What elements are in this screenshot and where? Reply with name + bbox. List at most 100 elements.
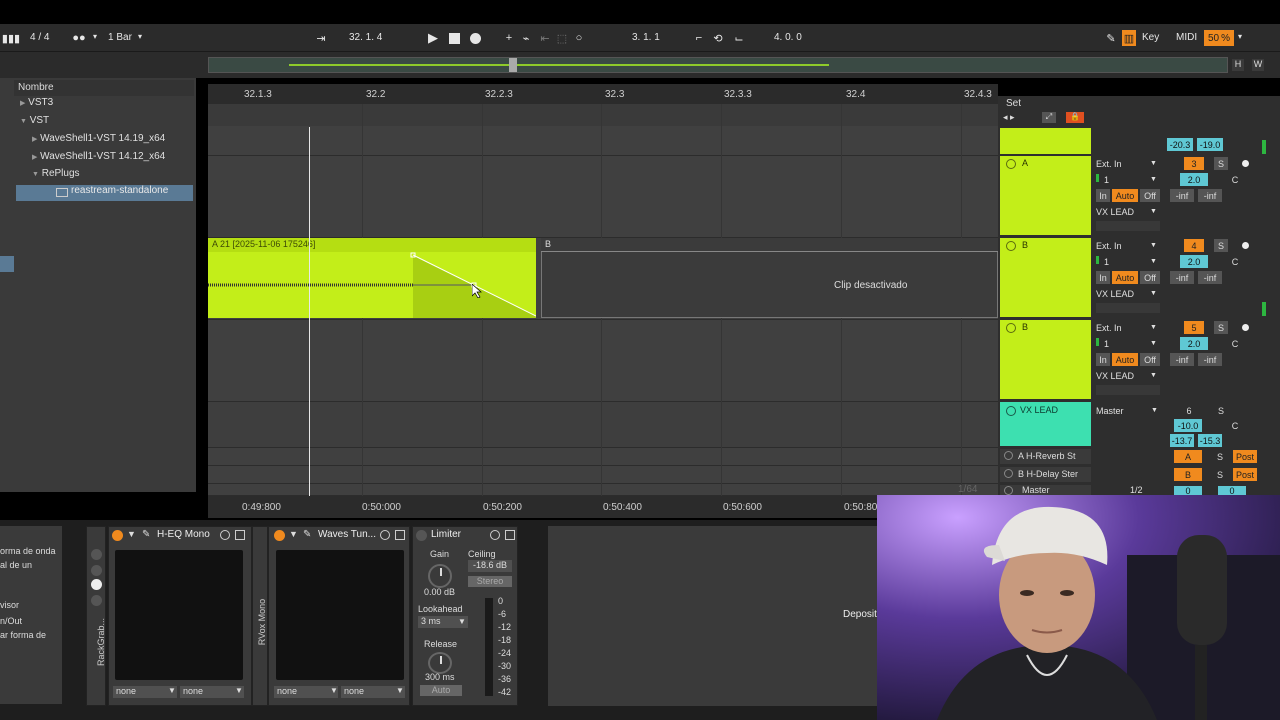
track-head[interactable]: B <box>1000 320 1091 400</box>
metronome-menu-icon[interactable]: ▾ <box>93 32 97 41</box>
input-type-select[interactable]: Ext. In <box>1096 157 1148 170</box>
stereo-button[interactable]: Stereo <box>468 576 512 587</box>
pan-field[interactable]: C <box>1228 173 1242 186</box>
punch-in-icon[interactable]: ⌐ <box>692 30 706 46</box>
input-channel-select[interactable]: 1 <box>1104 173 1144 186</box>
punch-out-icon[interactable]: ⌙ <box>732 30 746 46</box>
quantize-select[interactable]: 1 Bar <box>108 32 132 43</box>
track-lane-return-a[interactable] <box>208 448 998 466</box>
rack-macro-icon[interactable] <box>91 549 102 560</box>
return-a-letter[interactable]: A <box>1174 450 1202 463</box>
sub-output-select[interactable] <box>1096 303 1160 313</box>
volume-left[interactable]: -20.3 <box>1167 138 1193 151</box>
device-edit-pencil-icon[interactable]: ✎ <box>303 529 311 540</box>
browser-item-replugs[interactable]: ▼ RePlugs <box>32 168 80 184</box>
follow-icon[interactable]: ⇥ <box>312 30 330 46</box>
monitor-off-button[interactable]: Off <box>1140 353 1160 366</box>
track-lane-return-b[interactable] <box>208 466 998 484</box>
device-save-icon[interactable] <box>395 530 405 540</box>
rack-strip[interactable]: RackGrab... <box>86 526 106 706</box>
chevron-down-icon[interactable]: ▼ <box>1150 205 1160 218</box>
input-type-select[interactable]: Ext. In <box>1096 321 1148 334</box>
master-value-2[interactable]: 0 <box>1218 486 1246 496</box>
tap-tempo-icon[interactable]: ▮▮▮ <box>2 30 20 46</box>
master-value-1[interactable]: 0 <box>1174 486 1202 496</box>
capture-icon[interactable]: ⬚ <box>555 30 569 46</box>
chevron-down-icon[interactable]: ▼ <box>1150 287 1160 300</box>
arm-icon[interactable] <box>1242 324 1249 331</box>
w-zoom-button[interactable]: W <box>1252 59 1264 71</box>
browser-item-vst3[interactable]: ▶ VST3 <box>20 97 53 113</box>
gain-knob[interactable] <box>428 564 452 588</box>
monitor-in-button[interactable]: In <box>1096 353 1110 366</box>
browser-item-waveshell-1412[interactable]: ▶ WaveShell1-VST 14.12_x64 <box>32 151 165 167</box>
device-save-icon[interactable] <box>505 530 515 540</box>
track-lane-vx-lead[interactable] <box>208 402 998 448</box>
track-number[interactable]: 5 <box>1184 321 1204 334</box>
input-channel-select[interactable]: 1 <box>1104 255 1144 268</box>
group-pan[interactable]: C <box>1228 419 1242 432</box>
back-to-arrangement-icon[interactable]: ⇤ <box>538 30 552 46</box>
track-lane[interactable] <box>208 126 998 156</box>
group-solo-button[interactable]: S <box>1214 404 1228 417</box>
song-position[interactable]: 32. 1. 4 <box>349 32 382 43</box>
lock-icon[interactable]: 🔒 <box>1066 112 1084 123</box>
chevron-down-icon[interactable]: ▼ <box>1150 337 1160 350</box>
input-type-select[interactable]: Ext. In <box>1096 239 1148 252</box>
clip-a-title[interactable]: A 21 [2025-11-06 175246] <box>208 238 536 252</box>
pan-field[interactable]: C <box>1228 337 1242 350</box>
midi-map-button[interactable]: MIDI <box>1176 32 1197 43</box>
track-head[interactable]: A <box>1000 156 1091 236</box>
device-save-icon[interactable] <box>235 530 245 540</box>
playhead[interactable] <box>309 127 310 500</box>
fold-icon[interactable] <box>1006 241 1016 251</box>
draw-mode-pencil-icon[interactable]: ✎ <box>1104 30 1118 46</box>
auto-release-button[interactable]: Auto <box>420 685 462 696</box>
group-track-head[interactable]: VX LEAD <box>1000 402 1091 446</box>
return-a-post[interactable]: Post <box>1233 450 1257 463</box>
return-b-letter[interactable]: B <box>1174 468 1202 481</box>
return-track-b[interactable]: B H-Delay Ster <box>1000 467 1091 482</box>
browser-column-header[interactable]: Nombre <box>14 80 194 96</box>
chevron-down-icon[interactable]: ▼ <box>1150 239 1160 252</box>
chevron-down-icon[interactable]: ▼ <box>1150 255 1160 268</box>
volume-field[interactable]: 2.0 <box>1180 255 1208 268</box>
plugin-display[interactable] <box>276 550 404 680</box>
release-knob[interactable] <box>428 652 452 674</box>
solo-button[interactable]: S <box>1214 157 1228 170</box>
arm-icon[interactable] <box>1242 242 1249 249</box>
fold-icon[interactable] <box>1006 406 1016 416</box>
chevron-down-icon[interactable]: ▼ <box>1150 173 1160 186</box>
session-record-icon[interactable]: ○ <box>572 30 586 46</box>
output-select[interactable]: VX LEAD <box>1096 205 1148 218</box>
rack-extra-icon[interactable] <box>91 595 102 606</box>
return-track-a[interactable]: A H-Reverb St <box>1000 449 1091 464</box>
group-output-chevron-down-icon[interactable]: ▼ <box>1151 404 1161 417</box>
device-fold-icon[interactable]: ▼ <box>127 529 136 539</box>
overdub-icon[interactable]: + <box>502 30 516 46</box>
sub-output-select[interactable] <box>1096 385 1160 395</box>
browser-item-reastream[interactable]: reastream-standalone <box>16 185 193 201</box>
solo-button[interactable]: S <box>1214 239 1228 252</box>
monitor-off-button[interactable]: Off <box>1140 189 1160 202</box>
monitor-auto-button[interactable]: Auto <box>1112 271 1138 284</box>
quantize-chevron-down-icon[interactable]: ▾ <box>138 32 142 41</box>
return-b-post[interactable]: Post <box>1233 468 1257 481</box>
stop-button-icon[interactable] <box>447 30 461 46</box>
monitor-off-button[interactable]: Off <box>1140 271 1160 284</box>
rvox-strip[interactable]: RVox Mono <box>252 526 268 706</box>
group-volume[interactable]: -10.0 <box>1174 419 1202 432</box>
plugin-display[interactable] <box>115 550 243 680</box>
device-drop-area[interactable] <box>548 526 878 706</box>
chevron-down-icon[interactable]: ▼ <box>1150 321 1160 334</box>
automation-arm-icon[interactable]: ⌁ <box>519 30 533 46</box>
chevron-down-icon[interactable]: ▼ <box>396 686 404 695</box>
return-b-solo[interactable]: S <box>1214 468 1226 481</box>
fold-icon[interactable] <box>1004 469 1013 478</box>
arm-icon[interactable] <box>1242 160 1249 167</box>
chevron-down-icon[interactable]: ▼ <box>235 686 243 695</box>
device-edit-pencil-icon[interactable]: ✎ <box>142 529 150 540</box>
record-button-icon[interactable] <box>468 30 482 46</box>
device-fold-icon[interactable]: ▼ <box>289 529 298 539</box>
loop-start[interactable]: 3. 1. 1 <box>632 32 660 43</box>
